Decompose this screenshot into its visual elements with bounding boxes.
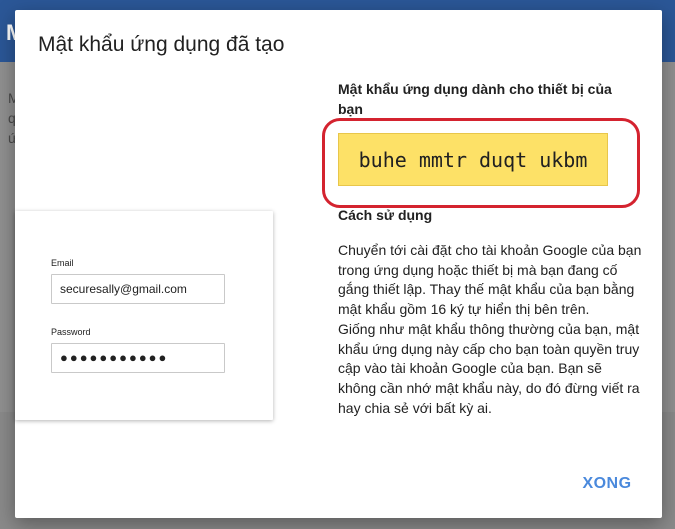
done-button[interactable]: XONG [576,470,638,498]
password-field-illustration: ●●●●●●●●●●● [51,343,225,373]
email-field-illustration: securesally@gmail.com [51,274,225,304]
password-label: Password [51,327,91,337]
usage-instructions: Chuyển tới cài đặt cho tài khoản Google … [338,242,642,416]
login-illustration: Email securesally@gmail.com Password ●●●… [15,211,273,420]
annotation-highlight-ring [322,118,640,208]
dialog-title: Mật khẩu ứng dụng đã tạo [38,33,285,56]
app-password-dialog: Mật khẩu ứng dụng đã tạo Email securesal… [15,10,662,518]
email-label: Email [51,258,74,268]
usage-heading: Cách sử dụng [338,207,433,223]
app-password-heading: Mật khẩu ứng dụng dành cho thiết bị của … [338,81,612,117]
